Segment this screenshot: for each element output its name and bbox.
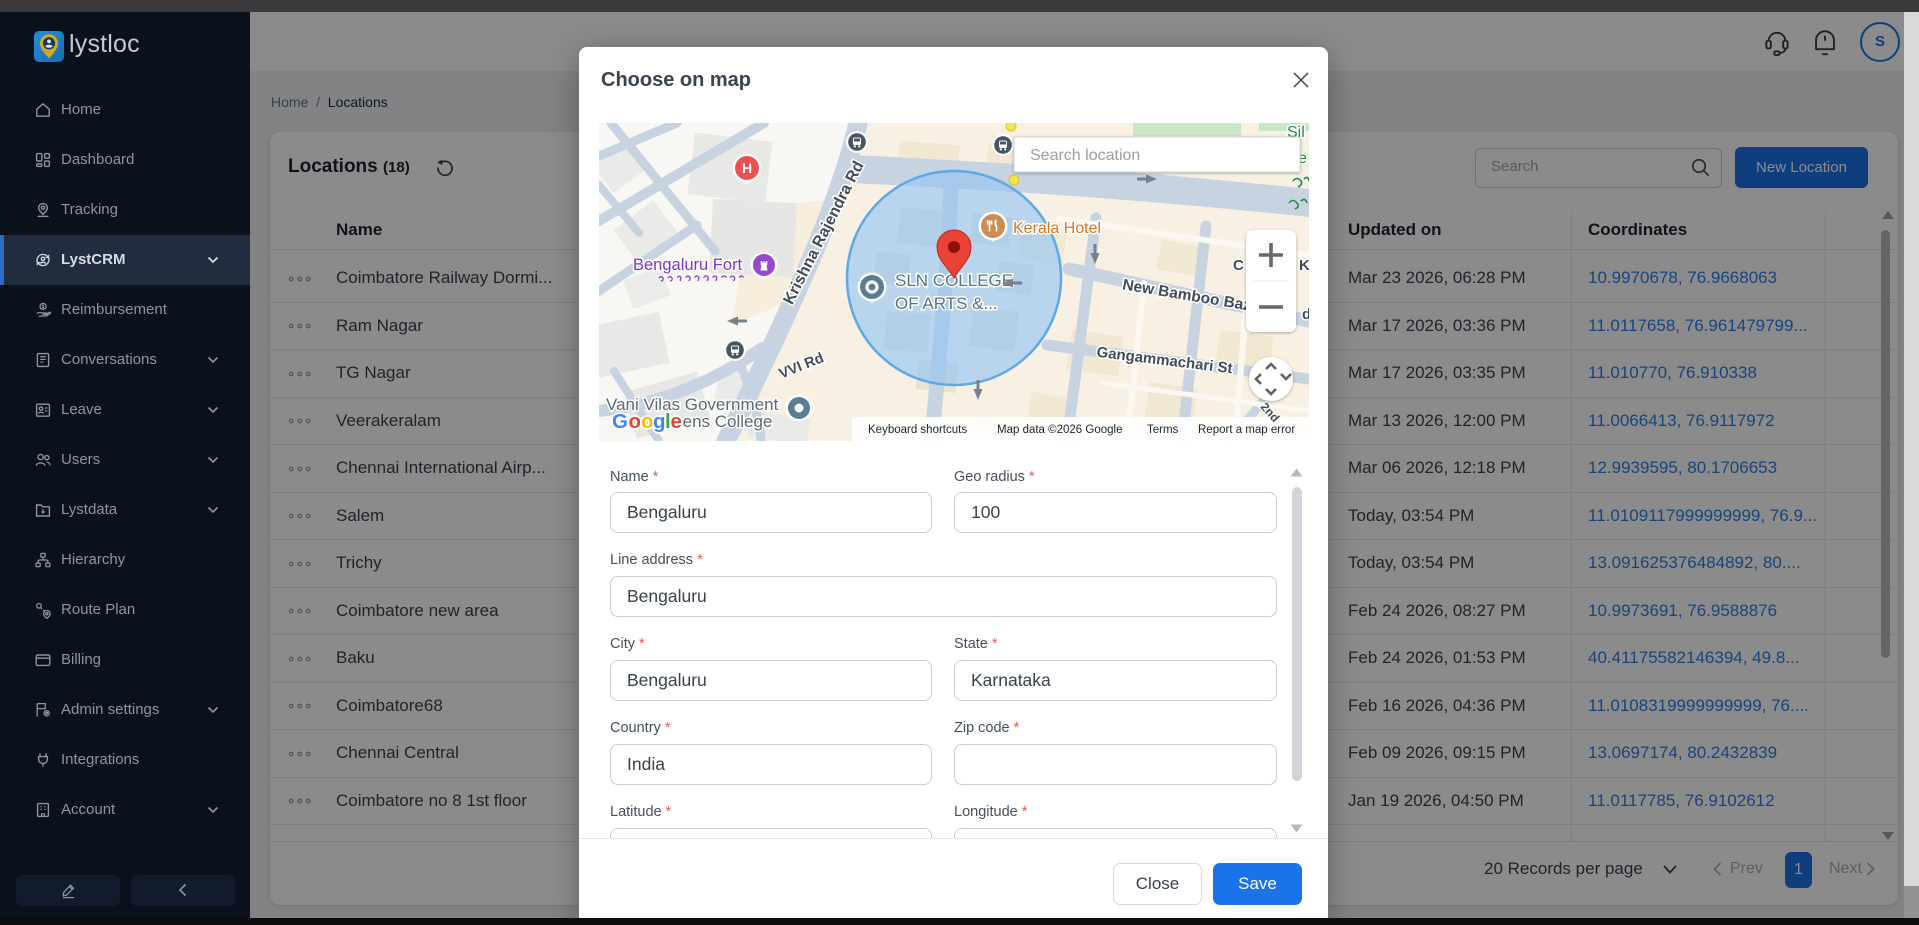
svg-text:o: o bbox=[641, 410, 654, 433]
svg-text:g: g bbox=[653, 410, 666, 433]
svg-text:Keyboard shortcuts: Keyboard shortcuts bbox=[868, 424, 967, 436]
svg-text:Kerala Hotel: Kerala Hotel bbox=[1013, 220, 1101, 237]
svg-text:Kl: Kl bbox=[1299, 257, 1309, 274]
svg-text:Terms: Terms bbox=[1147, 424, 1179, 436]
svg-text:G: G bbox=[612, 410, 628, 433]
svg-text:Search location: Search location bbox=[1030, 147, 1140, 164]
svg-text:H: H bbox=[742, 160, 752, 176]
svg-text:Report a map error: Report a map error bbox=[1198, 424, 1295, 436]
svg-text:o: o bbox=[629, 410, 642, 433]
svg-text:Bengaluru Fort: Bengaluru Fort bbox=[633, 256, 743, 274]
svg-text:OF ARTS &...: OF ARTS &... bbox=[895, 294, 998, 313]
svg-text:d: d bbox=[1302, 306, 1309, 323]
svg-text:C: C bbox=[1233, 257, 1244, 274]
svg-text:e: e bbox=[671, 410, 682, 433]
svg-text:Map data ©2026 Google: Map data ©2026 Google bbox=[997, 424, 1122, 436]
